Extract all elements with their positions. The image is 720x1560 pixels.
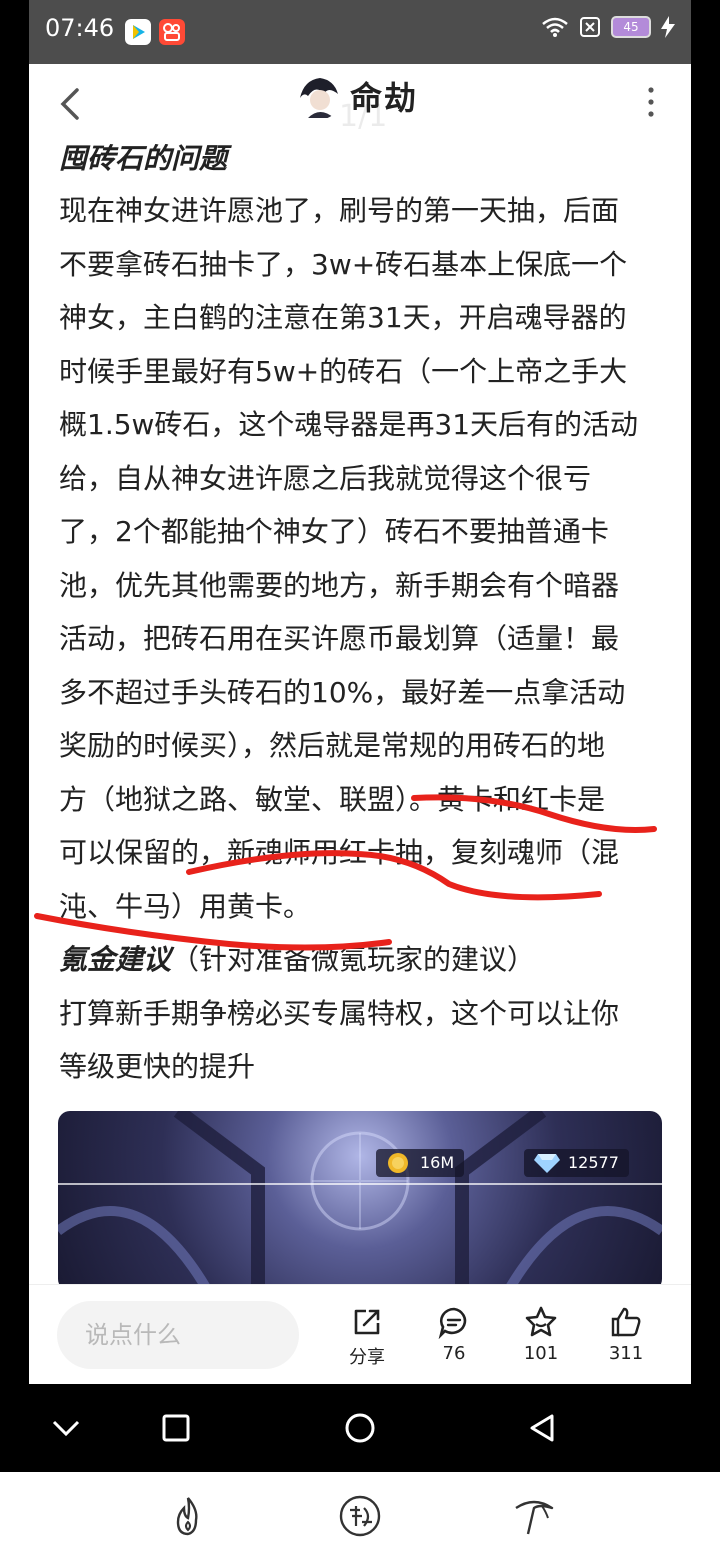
flame-icon[interactable] bbox=[166, 1494, 210, 1538]
article-line: 沌、牛马）用黄卡。 bbox=[59, 889, 312, 923]
back-icon[interactable] bbox=[51, 76, 91, 132]
coin-icon bbox=[388, 1153, 408, 1173]
share-label: 分享 bbox=[349, 1347, 385, 1368]
article-line: 活动，把砖石用在买许愿币最划算（适量！最 bbox=[59, 622, 620, 655]
article-line: 现在神女进许愿池了，刷号的第一天抽，后面 bbox=[59, 194, 620, 227]
soul-emblem-icon[interactable] bbox=[338, 1494, 382, 1538]
home-icon[interactable] bbox=[340, 1408, 380, 1448]
thumbs-up-icon bbox=[611, 1307, 641, 1337]
article-line: 可以保留的，新魂师用红卡抽，复刻魂师（混 bbox=[59, 836, 620, 869]
back-nav-icon[interactable] bbox=[522, 1408, 562, 1448]
article-paragraph: 现在神女进许愿池了，刷号的第一天抽，后面 不要拿砖石抽卡了，3w+砖石基本上保底一… bbox=[59, 184, 659, 933]
section-heading: 囤砖石的问题 bbox=[59, 144, 228, 175]
author-block[interactable]: 命劫 bbox=[294, 72, 418, 120]
favorites-count: 101 bbox=[523, 1343, 559, 1364]
favorite-button[interactable]: 101 bbox=[511, 1305, 571, 1364]
star-icon bbox=[525, 1306, 557, 1337]
hud-divider bbox=[58, 1183, 662, 1185]
battery-indicator: 45 bbox=[611, 16, 651, 38]
article-line: 神女，主白鹤的注意在第31天，开启魂导器的 bbox=[59, 301, 627, 334]
article-tail-paragraph: 打算新手期争榜必买专属特权，这个可以让你 等级更快的提升 bbox=[59, 987, 659, 1094]
article-line: 等级更快的提升 bbox=[59, 1050, 256, 1083]
likes-count: 311 bbox=[608, 1343, 644, 1364]
diamond-icon bbox=[534, 1154, 560, 1173]
article-line: 不要拿砖石抽卡了，3w+砖石基本上保底一个 bbox=[59, 247, 628, 281]
status-icons: 45 bbox=[541, 16, 675, 38]
article-line: 池，优先其他需要的地方，新手期会有个暗器 bbox=[59, 568, 620, 602]
comment-bubble-icon bbox=[438, 1307, 467, 1339]
bottom-app-strip bbox=[0, 1472, 720, 1560]
share-button[interactable]: 分享 bbox=[337, 1305, 397, 1369]
article-line: 概1.5w砖石，这个魂导器是再31天后有的活动 bbox=[59, 408, 639, 441]
comments-count: 76 bbox=[442, 1343, 466, 1364]
status-time: 07:46 bbox=[45, 14, 115, 42]
share-icon bbox=[354, 1309, 380, 1335]
wifi-icon bbox=[542, 17, 568, 37]
diamond-value: 12577 bbox=[568, 1153, 619, 1172]
post-action-bar: 分享 76 101 311 bbox=[29, 1284, 691, 1385]
section-heading-2: 氪金建议（针对准备微氪玩家的建议） bbox=[59, 933, 659, 987]
hide-keyboard-icon[interactable] bbox=[46, 1408, 86, 1448]
section-heading-2-title: 氪金建议 bbox=[59, 943, 172, 976]
game-screenshot[interactable]: 16M 12577 bbox=[58, 1111, 662, 1284]
comments-button[interactable]: 76 bbox=[424, 1305, 484, 1364]
sim-off-icon bbox=[580, 17, 600, 37]
scythe-icon[interactable] bbox=[512, 1494, 556, 1538]
section-heading-2-sub: （针对准备微氪玩家的建议） bbox=[171, 943, 536, 976]
article-line: 方（地狱之路、敏堂、联盟）。黄卡和红卡是 bbox=[59, 782, 606, 816]
article-line: 给，自从神女进许愿之后我就觉得这个很亏 bbox=[59, 461, 592, 495]
recent-apps-icon[interactable] bbox=[156, 1408, 196, 1448]
article-line: 奖励的时候买），然后就是常规的用砖石的地 bbox=[59, 729, 606, 762]
article-line: 多不超过手头砖石的10%，最好差一点拿活动 bbox=[59, 675, 626, 709]
comment-input[interactable] bbox=[57, 1301, 299, 1369]
kuaishou-app-icon bbox=[159, 19, 185, 45]
coin-counter: 16M bbox=[376, 1149, 465, 1177]
post-content[interactable]: 囤砖石的问题 现在神女进许愿池了，刷号的第一天抽，后面 不要拿砖石抽卡了，3w+砖… bbox=[29, 144, 691, 1284]
more-options-icon[interactable] bbox=[641, 82, 661, 122]
diamond-counter: 12577 bbox=[524, 1149, 629, 1177]
charging-icon bbox=[661, 16, 675, 38]
video-app-icon bbox=[125, 19, 151, 45]
article-line: 时候手里最好有5w+的砖石（一个上帝之手大 bbox=[59, 354, 628, 388]
author-name: 命劫 bbox=[350, 79, 419, 117]
article-body: 囤砖石的问题 现在神女进许愿池了，刷号的第一天抽，后面 不要拿砖石抽卡了，3w+砖… bbox=[59, 144, 659, 1094]
author-avatar[interactable] bbox=[294, 72, 342, 120]
like-button[interactable]: 311 bbox=[596, 1305, 656, 1364]
phone-screen: 07:46 45 1/1 命劫 囤砖石的问题 现在神女进许愿池了，刷号的第一天抽… bbox=[0, 0, 720, 1560]
article-line: 打算新手期争榜必买专属特权，这个可以让你 bbox=[59, 996, 620, 1030]
post-header: 1/1 命劫 bbox=[29, 64, 691, 145]
status-bar: 07:46 45 bbox=[29, 0, 691, 64]
coin-value: 16M bbox=[420, 1153, 455, 1172]
system-nav-bar bbox=[0, 1384, 720, 1472]
article-line: 了，2个都能抽个神女了）砖石不要抽普通卡 bbox=[59, 515, 609, 548]
